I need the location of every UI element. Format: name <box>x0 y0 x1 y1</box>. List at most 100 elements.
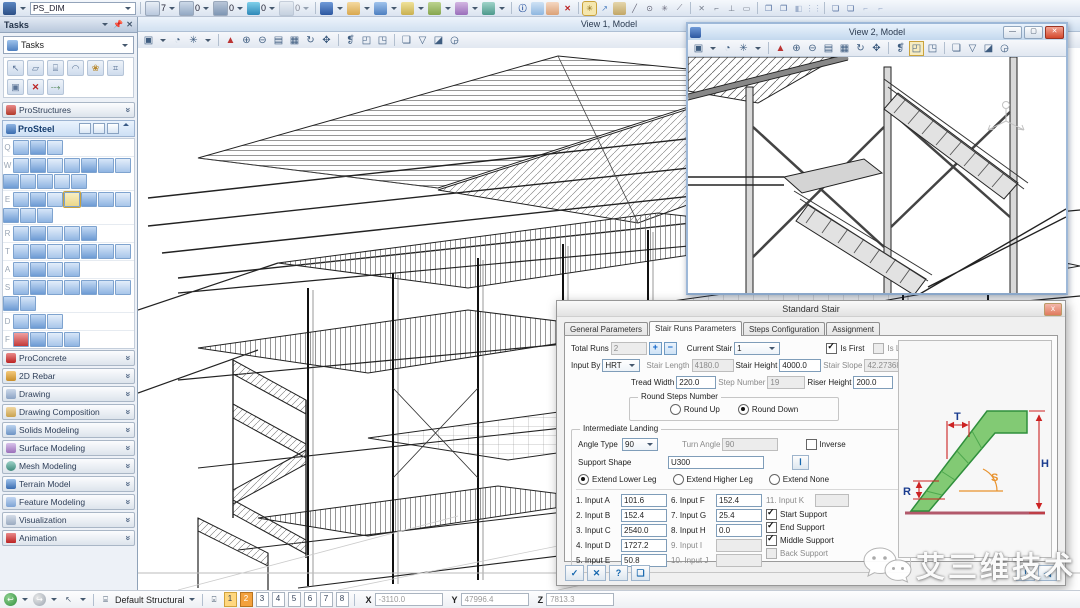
shape-browse-button[interactable]: Ⅰ <box>792 455 809 470</box>
perpendicular-icon[interactable]: ⊥ <box>725 2 738 15</box>
turn-angle-field[interactable] <box>722 438 778 451</box>
sheet-icon[interactable] <box>531 2 544 15</box>
purlin-tool-icon[interactable] <box>81 158 97 173</box>
snap-mode-icon[interactable]: ↖ <box>62 593 75 606</box>
weld-tool-icon[interactable] <box>64 244 80 259</box>
current-stair-combo[interactable]: 1 <box>734 342 780 355</box>
view-next-icon[interactable]: ◳ <box>376 34 389 47</box>
is-first-checkbox[interactable] <box>826 343 837 354</box>
crossframe-tool-icon[interactable] <box>3 174 19 189</box>
copy-settings-button[interactable]: ❏ <box>631 565 650 581</box>
chevron-down-icon[interactable] <box>710 47 716 50</box>
pan-view-icon[interactable]: ✥ <box>870 42 883 55</box>
chevron-down-icon[interactable] <box>445 7 451 10</box>
end-support-checkbox[interactable] <box>766 522 777 533</box>
back-support-checkbox[interactable] <box>766 548 777 559</box>
baseplate-tool-icon[interactable] <box>47 226 63 241</box>
endplate-tool-icon[interactable] <box>13 226 29 241</box>
clip-volume-icon[interactable]: ▽ <box>416 34 429 47</box>
fillet-icon[interactable]: ⌐ <box>710 2 723 15</box>
view-toggle-4[interactable]: 4 <box>272 592 285 607</box>
section-drawing[interactable]: Drawing» <box>2 386 135 402</box>
pin-icon[interactable]: 📌 <box>113 20 123 29</box>
input-i-field[interactable] <box>716 539 762 552</box>
array-icon[interactable]: ⋮⋮ <box>807 2 820 15</box>
active-model-combo[interactable]: Default Structural <box>115 595 197 605</box>
view-toggle-8[interactable]: 8 <box>336 592 349 607</box>
close-icon[interactable]: x <box>1044 303 1062 316</box>
tasks-combo[interactable]: Tasks <box>3 36 134 54</box>
align-icon[interactable]: ⌐ <box>859 2 872 15</box>
color-combo[interactable]: 0 <box>179 1 211 16</box>
view-grid-icon[interactable] <box>79 123 91 134</box>
measure-task-icon[interactable]: ⤏ <box>47 79 64 95</box>
section-drawing-composition[interactable]: Drawing Composition» <box>2 404 135 420</box>
section-proconcrete[interactable]: ProConcrete» <box>2 350 135 366</box>
chevron-down-icon[interactable] <box>391 7 397 10</box>
report-tool-icon[interactable] <box>13 332 29 347</box>
window-area-icon[interactable]: ▤ <box>272 34 285 47</box>
bolt-tool-icon[interactable] <box>47 244 63 259</box>
layout-icon[interactable] <box>546 2 559 15</box>
scale-icon[interactable]: ❏ <box>844 2 857 15</box>
circle-icon[interactable]: ⊙ <box>643 2 656 15</box>
input-a-field[interactable] <box>621 494 667 507</box>
miter-tool-icon[interactable] <box>81 280 97 295</box>
models-icon[interactable] <box>428 2 441 15</box>
fence-mode-icon[interactable]: ⌻ <box>208 593 221 606</box>
view-attributes-icon[interactable]: ▣ <box>142 34 155 47</box>
dropdown-arrow-icon[interactable] <box>20 7 26 10</box>
section-mesh-modeling[interactable]: Mesh Modeling» <box>2 458 135 474</box>
extend-higher-radio[interactable] <box>673 474 684 485</box>
riser-height-field[interactable] <box>853 376 893 389</box>
saved-views-icon[interactable]: ◶ <box>998 42 1011 55</box>
input-d-field[interactable] <box>621 539 667 552</box>
section-surface-modeling[interactable]: Surface Modeling» <box>2 440 135 456</box>
tab-stair-runs-parameters[interactable]: Stair Runs Parameters <box>649 321 742 336</box>
round-up-radio[interactable] <box>670 404 681 415</box>
view-toggle-3[interactable]: 3 <box>256 592 269 607</box>
rotate-view-icon[interactable]: ↻ <box>854 42 867 55</box>
view-toggle-6[interactable]: 6 <box>304 592 317 607</box>
shorten-tool-icon[interactable] <box>30 280 46 295</box>
tasks-panel-header[interactable]: Tasks 📌✕ <box>0 17 137 33</box>
back-history-icon[interactable]: ↩ <box>4 593 17 606</box>
rotate-view-icon[interactable]: ↻ <box>304 34 317 47</box>
chevron-down-icon[interactable] <box>80 598 86 601</box>
extend-tool-icon[interactable] <box>115 280 131 295</box>
arch-tool-icon[interactable] <box>115 192 131 207</box>
section-solids-modeling[interactable]: Solids Modeling» <box>2 422 135 438</box>
plate-tool-icon[interactable] <box>30 140 46 155</box>
plate-layout-tool-icon[interactable] <box>13 244 29 259</box>
angle-tool-icon[interactable] <box>71 174 87 189</box>
beam-tool-icon[interactable] <box>13 158 29 173</box>
place-line-task-icon[interactable]: ▱ <box>27 60 44 76</box>
assembly-tool-icon[interactable] <box>30 262 46 277</box>
column-tool-icon[interactable] <box>30 158 46 173</box>
delete-element-icon[interactable]: ✕ <box>561 2 574 15</box>
anchor-tool-icon[interactable] <box>37 208 53 223</box>
view-toggle-1[interactable]: 1 <box>224 592 237 607</box>
chevron-down-icon[interactable] <box>160 39 166 42</box>
profile-tool-icon[interactable] <box>47 140 63 155</box>
input-h-field[interactable] <box>716 524 762 537</box>
close-icon[interactable]: ✕ <box>126 20 133 29</box>
explorer-icon[interactable] <box>347 2 360 15</box>
settings-tool-icon[interactable] <box>47 332 63 347</box>
markup-icon[interactable] <box>455 2 468 15</box>
section-feature-modeling[interactable]: Feature Modeling» <box>2 494 135 510</box>
support-shape-field[interactable] <box>668 456 764 469</box>
clip-volume-icon[interactable]: ▽ <box>966 42 979 55</box>
z-coordinate-field[interactable]: 7813.3 <box>546 593 614 606</box>
standard-stair-tool-icon[interactable] <box>64 192 80 207</box>
point-icon[interactable]: ✳ <box>658 2 671 15</box>
x-coordinate-field[interactable]: -3110.0 <box>375 593 443 606</box>
input-b-field[interactable] <box>621 509 667 522</box>
section-terrain-model[interactable]: Terrain Model» <box>2 476 135 492</box>
chevron-down-icon[interactable] <box>472 7 478 10</box>
merge-tool-icon[interactable] <box>20 296 36 311</box>
collapse-icon[interactable] <box>123 123 129 126</box>
select-task-icon[interactable]: ↖ <box>7 60 24 76</box>
copy-view-icon[interactable]: ❏ <box>950 42 963 55</box>
shear-stud-tool-icon[interactable] <box>81 244 97 259</box>
